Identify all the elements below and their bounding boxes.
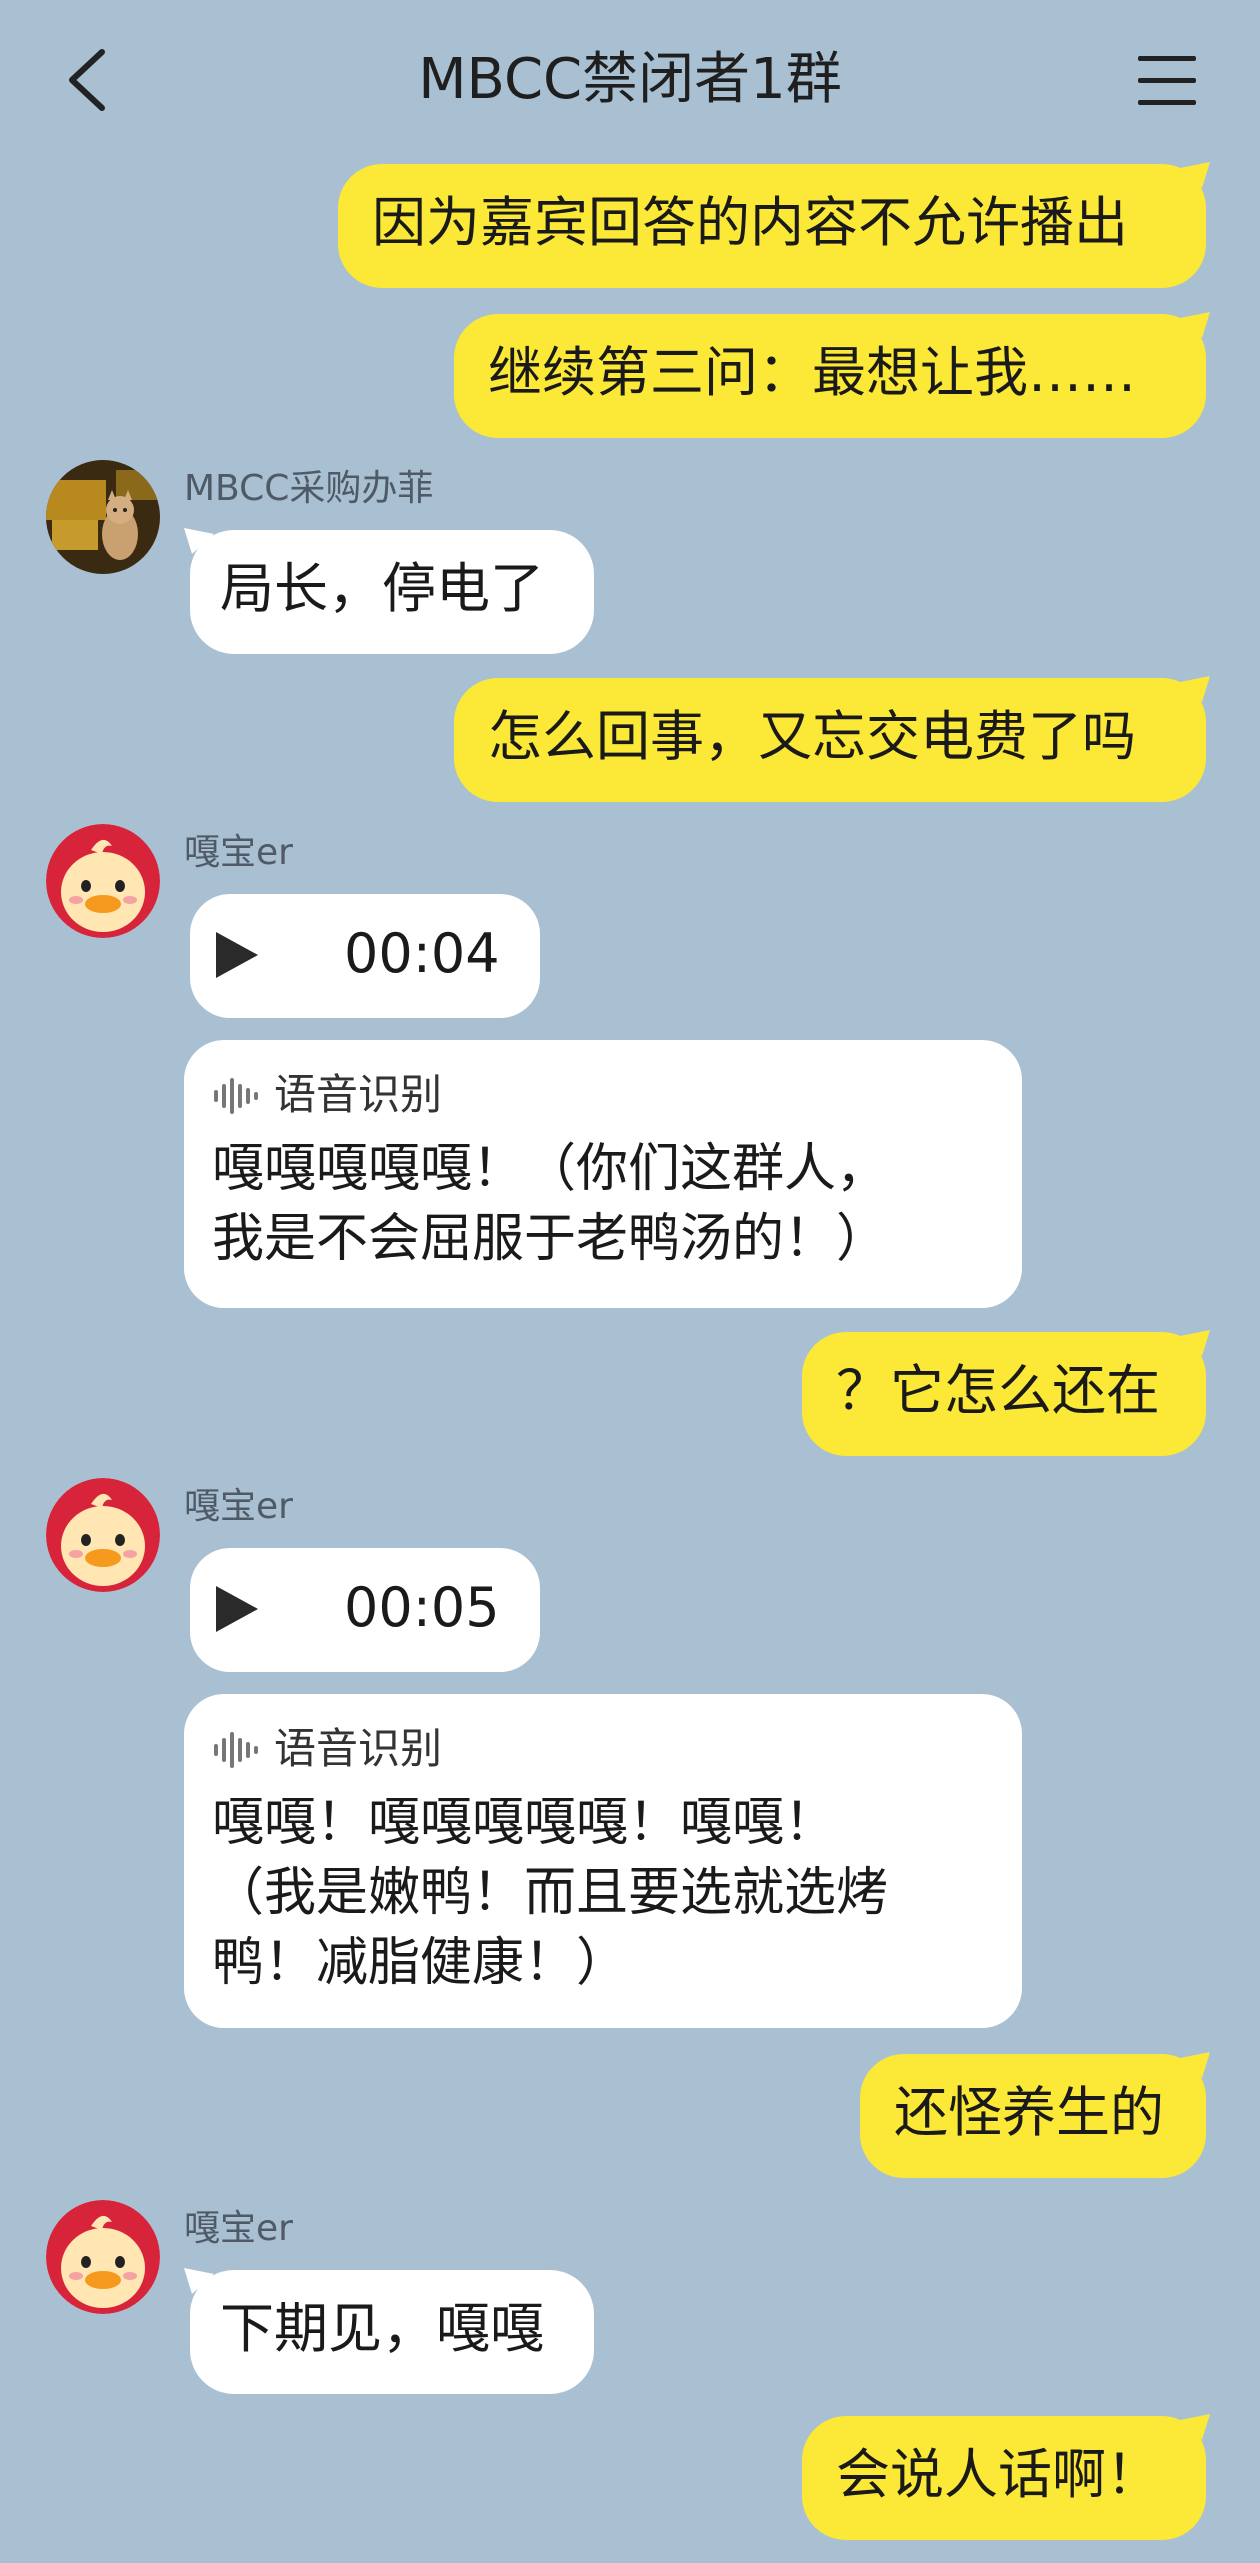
voice-message[interactable]: 00:04 [190, 894, 540, 1018]
duck-avatar-image [46, 2200, 160, 2314]
play-icon[interactable] [214, 1584, 260, 1634]
duck-avatar-image [46, 1478, 160, 1592]
message-text: ？它怎么还在 [836, 1359, 1160, 1422]
sender-name: 嘎宝er [184, 2208, 293, 2249]
speech-recognition-card: 语音识别 嘎嘎！嘎嘎嘎嘎嘎！嘎嘎！ （我是嫩鸭！而且要选就选烤 鸭！减脂健康！） [184, 1694, 1022, 2028]
incoming-message[interactable]: 局长，停电了 [184, 528, 594, 654]
bubble-tail [1180, 2414, 1210, 2440]
avatar-duck[interactable] [46, 824, 160, 938]
stt-header: 语音识别 [212, 1724, 996, 1778]
bubble-tail [184, 2268, 214, 2294]
cat-avatar-image [46, 460, 160, 574]
stt-header: 语音识别 [212, 1070, 996, 1124]
outgoing-message[interactable]: 会说人话啊！ [802, 2414, 1210, 2540]
outgoing-message[interactable]: 还怪养生的 [860, 2052, 1210, 2178]
stt-label: 语音识别 [274, 1724, 443, 1773]
stt-text: 嘎嘎！嘎嘎嘎嘎嘎！嘎嘎！ （我是嫩鸭！而且要选就选烤 鸭！减脂健康！） [212, 1793, 889, 1993]
duck-avatar-image [46, 824, 160, 938]
voice-duration: 00:04 [344, 922, 500, 985]
voice-duration: 00:05 [344, 1576, 500, 1639]
bubble-tail [1180, 312, 1210, 338]
sound-wave-icon [214, 1078, 258, 1114]
stt-text: 嘎嘎嘎嘎嘎！（你们这群人， 我是不会屈服于老鸭汤的！） [212, 1139, 889, 1269]
stt-label: 语音识别 [274, 1070, 443, 1119]
play-icon[interactable] [214, 930, 260, 980]
outgoing-message[interactable]: 怎么回事，又忘交电费了吗 [454, 676, 1210, 802]
avatar-duck[interactable] [46, 1478, 160, 1592]
chat-header: MBCC禁闭者1群 [0, 0, 1260, 160]
menu-icon[interactable] [1136, 52, 1198, 110]
message-text: 继续第三问：最想让我…… [488, 341, 1136, 404]
sender-name: MBCC采购办菲 [184, 468, 434, 509]
message-text: 会说人话啊！ [836, 2443, 1160, 2506]
sender-name: 嘎宝er [184, 832, 293, 873]
message-text: 局长，停电了 [220, 557, 544, 620]
avatar-cat[interactable] [46, 460, 160, 574]
sender-name: 嘎宝er [184, 1486, 293, 1527]
message-text: 怎么回事，又忘交电费了吗 [488, 705, 1136, 768]
message-text: 还怪养生的 [894, 2081, 1164, 2144]
speech-recognition-card: 语音识别 嘎嘎嘎嘎嘎！（你们这群人， 我是不会屈服于老鸭汤的！） [184, 1040, 1022, 1308]
outgoing-message[interactable]: ？它怎么还在 [802, 1330, 1210, 1456]
bubble-tail [1180, 2052, 1210, 2078]
message-text: 因为嘉宾回答的内容不允许播出 [372, 191, 1128, 254]
bubble-tail [1180, 676, 1210, 702]
bubble-tail [1180, 162, 1210, 188]
chat-title: MBCC禁闭者1群 [418, 47, 842, 112]
bubble-tail [1180, 1330, 1210, 1356]
bubble-tail [184, 528, 214, 554]
outgoing-message[interactable]: 继续第三问：最想让我…… [454, 312, 1210, 438]
outgoing-message[interactable]: 因为嘉宾回答的内容不允许播出 [338, 162, 1210, 288]
avatar-duck[interactable] [46, 2200, 160, 2314]
message-text: 下期见，嘎嘎 [220, 2297, 544, 2360]
sound-wave-icon [214, 1732, 258, 1768]
voice-message[interactable]: 00:05 [190, 1548, 540, 1672]
incoming-message[interactable]: 下期见，嘎嘎 [184, 2268, 594, 2394]
